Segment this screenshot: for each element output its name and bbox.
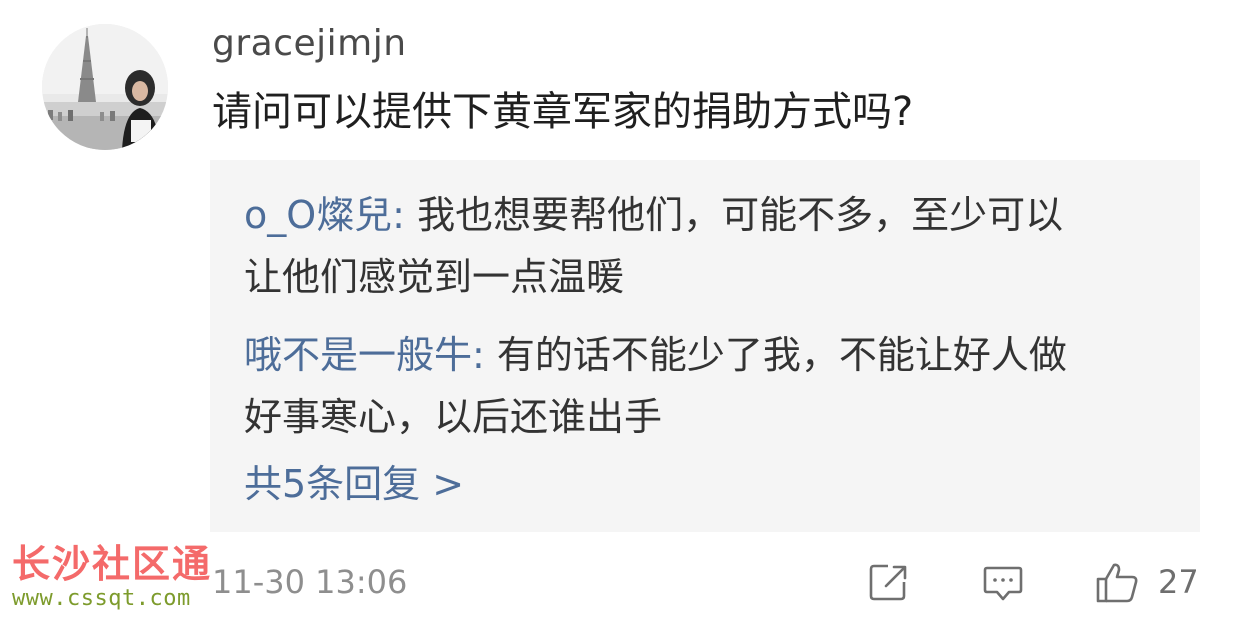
reply-separator: : [472, 333, 497, 377]
comment-icon [983, 566, 1023, 601]
comment-timestamp: 11-30 13:06 [212, 563, 408, 601]
like-button[interactable]: 27 [1094, 560, 1199, 604]
forward-icon [869, 564, 907, 601]
watermark-url: www.cssqt.com [12, 586, 191, 611]
reply-item[interactable]: o_O燦兒: 我也想要帮他们，可能不多，至少可以 让他们感觉到一点温暖 [244, 184, 1174, 308]
like-count: 27 [1158, 563, 1199, 601]
watermark: 长沙社区通 www.cssqt.com [12, 542, 222, 612]
comment-text: 请问可以提供下黄章军家的捐助方式吗? [212, 89, 914, 135]
comment-username[interactable]: gracejimjn [212, 22, 407, 66]
reply-item[interactable]: 哦不是一般牛: 有的话不能少了我，不能让好人做 好事寒心，以后还谁出手 [244, 324, 1174, 448]
watermark-title: 长沙社区通 [12, 542, 213, 586]
reply-separator: : [392, 193, 418, 237]
view-all-replies-link[interactable]: 共5条回复 > [244, 458, 464, 510]
reply-author[interactable]: 哦不是一般牛 [244, 333, 472, 377]
reply-text-line: 我也想要帮他们，可能不多，至少可以 [417, 193, 1064, 237]
reply-text-line: 好事寒心，以后还谁出手 [244, 395, 663, 439]
reply-author[interactable]: o_O燦兒 [244, 193, 392, 237]
avatar[interactable] [42, 24, 168, 150]
eiffel-tower-avatar-icon [42, 24, 168, 150]
reply-text-line: 让他们感觉到一点温暖 [244, 255, 625, 299]
replies-panel: o_O燦兒: 我也想要帮他们，可能不多，至少可以 让他们感觉到一点温暖 哦不是一… [210, 160, 1200, 532]
thumbs-up-icon [1096, 563, 1138, 603]
forward-button[interactable] [866, 560, 910, 604]
reply-text-line: 有的话不能少了我，不能让好人做 [496, 333, 1067, 377]
reply-button[interactable] [981, 560, 1025, 604]
